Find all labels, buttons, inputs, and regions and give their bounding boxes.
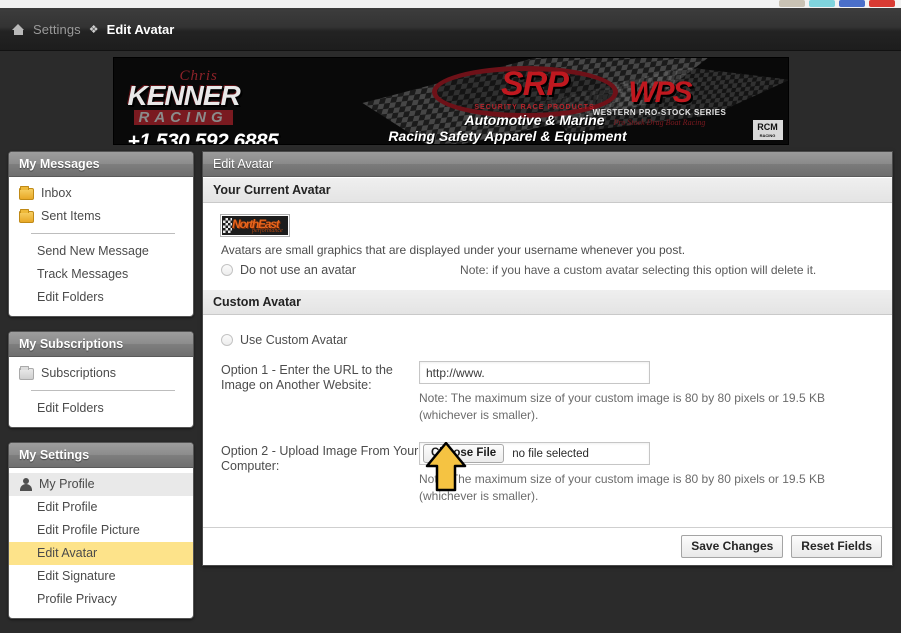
folder-icon [19,365,34,380]
use-custom-avatar-label: Use Custom Avatar [240,333,348,347]
sidebar-item-label: Inbox [41,186,72,200]
toolbar-chip-4[interactable] [869,0,895,7]
toolbar-chip-1[interactable] [779,0,805,7]
current-avatar-image: NorthEast performance [220,214,290,237]
file-status-label: no file selected [512,447,589,460]
section-body-custom-avatar: Use Custom Avatar Option 1 - Enter the U… [203,315,892,517]
option1-row: Option 1 - Enter the URL to the Image on… [203,361,892,424]
rcm-badge: RCM RACING [752,120,783,140]
avatar-url-input[interactable] [419,361,650,384]
sidebar-item-label: My Profile [39,477,95,491]
use-custom-avatar-row: Use Custom Avatar [221,333,892,347]
folder-icon [19,185,34,200]
sidebar-item-edit-signature[interactable]: Edit Signature [9,565,193,588]
sidebar-item-inbox[interactable]: Inbox [9,182,193,205]
section-title-custom-avatar: Custom Avatar [203,289,892,315]
no-avatar-note: Note: if you have a custom avatar select… [460,263,817,277]
sidebar: My Messages Inbox Sent Items Send New Me… [8,151,194,633]
sidebar-panel-my-subscriptions: My Subscriptions Subscriptions Edit Fold… [8,331,194,428]
no-avatar-radio[interactable] [221,264,233,276]
breadcrumb-separator-icon: ❖ [88,23,99,36]
panel-body-my-subscriptions: Subscriptions Edit Folders [9,357,193,427]
rcm-badge-subtext: RACING [759,133,776,138]
sidebar-item-label: Edit Folders [37,290,104,304]
kenner-sub-text: RACING [133,110,233,125]
panel-title-my-settings: My Settings [9,443,193,468]
sidebar-item-edit-avatar[interactable]: Edit Avatar [9,542,193,565]
option2-label: Option 2 - Upload Image From Your Comput… [221,444,419,473]
breadcrumb: Settings ❖ Edit Avatar [0,8,901,51]
sidebar-item-my-profile[interactable]: My Profile [9,473,193,496]
home-icon[interactable] [12,23,25,36]
sidebar-panel-my-messages: My Messages Inbox Sent Items Send New Me… [8,151,194,317]
sidebar-item-subscriptions[interactable]: Subscriptions [9,362,193,385]
current-avatar-subtext: performance [252,228,283,234]
sidebar-item-edit-folders-messages[interactable]: Edit Folders [9,286,193,309]
sidebar-item-label: Subscriptions [41,366,117,380]
no-avatar-option-row: Do not use an avatar Note: if you have a… [221,263,892,277]
sidebar-item-label: Edit Profile [37,500,98,514]
sidebar-panel-my-settings: My Settings My Profile Edit Profile Edit… [8,442,194,619]
section-title-current-avatar: Your Current Avatar [203,177,892,203]
option1-note: Note: The maximum size of your custom im… [419,391,825,422]
content-title: Edit Avatar [203,152,892,177]
sidebar-item-label: Sent Items [41,209,101,223]
sidebar-item-label: Track Messages [37,267,129,281]
no-avatar-label: Do not use an avatar [240,263,357,277]
option2-note: Note: The maximum size of your custom im… [419,472,825,503]
advertisement-banner[interactable]: Chris KENNER RACING +1 530 592 6885 SRP … [112,57,789,145]
banner-area: Chris KENNER RACING +1 530 592 6885 SRP … [0,51,901,151]
avatar-description: Avatars are small graphics that are disp… [221,243,686,257]
sidebar-item-edit-profile-picture[interactable]: Edit Profile Picture [9,519,193,542]
content-panel: Edit Avatar Your Current Avatar NorthEas… [202,151,893,566]
checkered-flag-icon [223,218,232,233]
sidebar-item-edit-folders-subscriptions[interactable]: Edit Folders [9,397,193,420]
rcm-badge-text: RCM [757,122,778,132]
toolbar-chip-3[interactable] [839,0,865,7]
option2-field-group: Choose File no file selected Note: The m… [419,442,892,505]
sidebar-item-label: Edit Signature [37,569,116,583]
option1-label: Option 1 - Enter the URL to the Image on… [221,363,393,392]
sidebar-item-label: Edit Folders [37,401,104,415]
choose-file-button[interactable]: Choose File [423,444,505,463]
wps-logo: WPS WESTERN PRO-STOCK SERIES Pro Stock D… [570,78,750,128]
content-footer: Save Changes Reset Fields [203,527,892,565]
sidebar-item-label: Edit Profile Picture [37,523,140,537]
sidebar-item-label: Profile Privacy [37,592,117,606]
option1-field-group: Note: The maximum size of your custom im… [419,361,892,424]
panel-body-my-settings: My Profile Edit Profile Edit Profile Pic… [9,468,193,618]
wps-main-text: WPS [628,76,692,109]
avatar-file-input[interactable]: Choose File no file selected [419,442,650,465]
panel-title-my-messages: My Messages [9,152,193,177]
use-custom-avatar-radio[interactable] [221,334,233,346]
sidebar-item-label: Edit Avatar [37,546,98,560]
person-icon [19,478,32,491]
page-body: My Messages Inbox Sent Items Send New Me… [0,151,901,619]
breadcrumb-current: Edit Avatar [106,21,175,37]
option2-row: Option 2 - Upload Image From Your Comput… [203,442,892,505]
panel-title-my-subscriptions: My Subscriptions [9,332,193,357]
srp-tagline-2: Racing Safety Apparel & Equipment [388,128,627,144]
breadcrumb-settings[interactable]: Settings [33,22,81,37]
toolbar-chip-2[interactable] [809,0,835,7]
save-changes-button[interactable]: Save Changes [681,535,784,558]
folder-icon [19,208,34,223]
sidebar-divider [31,233,175,234]
reset-fields-button[interactable]: Reset Fields [791,535,882,558]
wps-tagline: Pro Stock Drag Boat Racing [613,118,706,127]
sidebar-item-edit-profile[interactable]: Edit Profile [9,496,193,519]
sidebar-divider [31,390,175,391]
browser-toolbar-strip [0,0,901,8]
sidebar-item-label: Send New Message [37,244,149,258]
kenner-main-text: KENNER [127,80,241,111]
section-body-current-avatar: NorthEast performance Avatars are small … [203,203,892,289]
sidebar-item-track-messages[interactable]: Track Messages [9,263,193,286]
sidebar-item-profile-privacy[interactable]: Profile Privacy [9,588,193,611]
wps-subtitle: WESTERN PRO-STOCK SERIES [592,108,727,117]
panel-body-my-messages: Inbox Sent Items Send New Message Track … [9,177,193,316]
sidebar-item-sent-items[interactable]: Sent Items [9,205,193,228]
sidebar-item-send-new-message[interactable]: Send New Message [9,240,193,263]
